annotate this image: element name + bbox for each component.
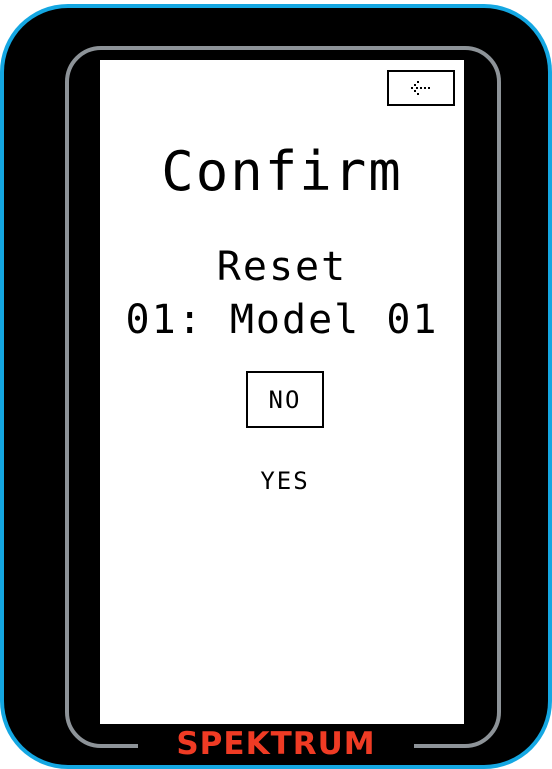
spektrum-logo: SPEKTRUM xyxy=(176,726,376,762)
yes-button[interactable]: YES xyxy=(246,457,324,505)
no-button-label: NO xyxy=(268,385,302,414)
back-button[interactable] xyxy=(387,70,455,106)
no-button[interactable]: NO xyxy=(246,371,324,428)
yes-button-label: YES xyxy=(260,467,310,495)
back-arrow-icon xyxy=(411,81,430,95)
reset-message: Reset xyxy=(216,244,348,290)
model-name: 01: Model 01 xyxy=(125,297,439,343)
brand-logo-bar: SPEKTRUM xyxy=(138,724,414,764)
confirm-title: Confirm xyxy=(161,140,403,203)
device-screen: Confirm Reset 01: Model 01 NO YES xyxy=(100,60,464,724)
